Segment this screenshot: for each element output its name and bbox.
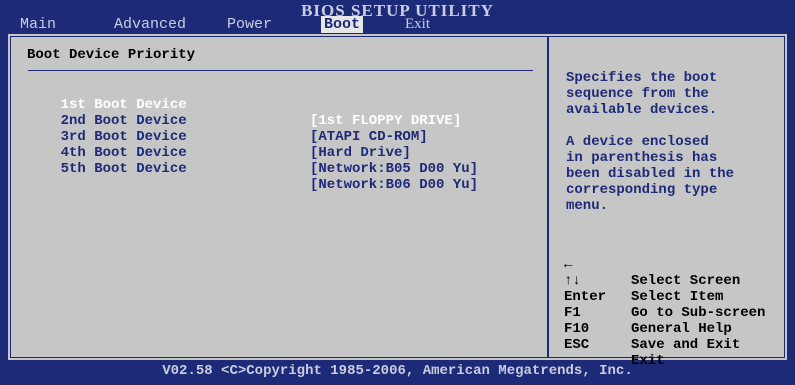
help-paragraph-1: Specifies the boot sequence from the ava… bbox=[566, 70, 718, 118]
boot-device-label: 5th Boot Device bbox=[60, 161, 187, 177]
tab-advanced[interactable]: Advanced bbox=[114, 16, 186, 33]
top-bar: BIOS SETUP UTILITY Main Advanced Power B… bbox=[0, 0, 795, 34]
tab-power[interactable]: Power bbox=[227, 16, 272, 33]
section-title: Boot Device Priority bbox=[27, 47, 196, 63]
boot-device-value[interactable]: [Hard Drive] bbox=[310, 145, 411, 161]
section-divider bbox=[28, 70, 533, 71]
key-description: Select Screen bbox=[631, 273, 741, 289]
key-description: Select Item bbox=[631, 289, 724, 305]
tab-main[interactable]: Main bbox=[20, 16, 56, 33]
key-description: Go to Sub-screen bbox=[631, 305, 766, 321]
key-legend-row: F1 General Help bbox=[564, 289, 732, 337]
key-description: General Help bbox=[631, 321, 732, 337]
boot-device-row-5[interactable]: 5th Boot Device [Network:B06 D00 Yu] bbox=[27, 145, 478, 209]
help-paragraph-2: A device enclosed in parenthesis has bee… bbox=[566, 134, 735, 214]
boot-device-value[interactable]: [1st FLOPPY DRIVE] bbox=[310, 113, 461, 129]
tab-exit[interactable]: Exit bbox=[405, 16, 430, 33]
key-legend-row: F10 Save and Exit bbox=[564, 305, 740, 353]
content-panel: Boot Device Priority 1st Boot Device [1s… bbox=[8, 34, 787, 369]
key-description: Save and Exit bbox=[631, 337, 741, 353]
key-legend: ← Select Screen ↑↓ Select Item Enter Go … bbox=[564, 241, 765, 369]
boot-device-value[interactable]: [Network:B05 D00 Yu] bbox=[310, 161, 478, 177]
key-legend-row: ESC Exit bbox=[564, 321, 665, 369]
key-legend-row: ↑↓ Select Item bbox=[564, 257, 723, 305]
help-text: Specifies the boot sequence from the ava… bbox=[566, 70, 786, 230]
copyright-footer: V02.58 <C>Copyright 1985-2006, American … bbox=[162, 363, 633, 379]
key-legend-row: ← Select Screen bbox=[564, 241, 740, 289]
help-divider bbox=[547, 36, 549, 358]
key-legend-row: Enter Go to Sub-screen bbox=[564, 273, 765, 321]
tab-boot[interactable]: Boot bbox=[321, 16, 364, 33]
key-name: ESC bbox=[564, 337, 590, 353]
boot-device-value[interactable]: [Network:B06 D00 Yu] bbox=[310, 177, 478, 193]
boot-device-value[interactable]: [ATAPI CD-ROM] bbox=[310, 129, 428, 145]
